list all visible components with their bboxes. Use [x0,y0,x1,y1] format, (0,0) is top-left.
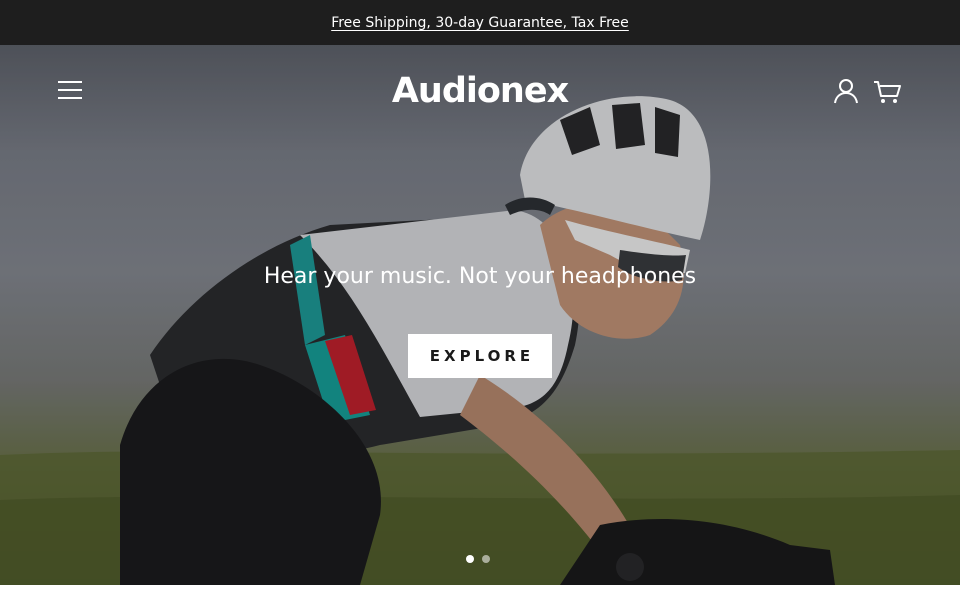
shopping-cart-icon[interactable] [872,77,902,105]
announcement-bar: Free Shipping, 30-day Guarantee, Tax Fre… [0,0,960,45]
slideshow-dots [466,554,490,564]
site-header: Audionex [0,45,960,137]
explore-button[interactable]: EXPLORE [408,334,552,378]
site-logo[interactable]: Audionex [380,71,580,111]
user-account-icon[interactable] [832,77,860,105]
hamburger-menu-icon[interactable] [58,81,84,101]
announcement-link[interactable]: Free Shipping, 30-day Guarantee, Tax Fre… [331,15,629,31]
slide-dot-2[interactable] [482,555,490,563]
slide-dot-1[interactable] [466,555,474,563]
hero-headline: Hear your music. Not your headphones [263,264,697,289]
